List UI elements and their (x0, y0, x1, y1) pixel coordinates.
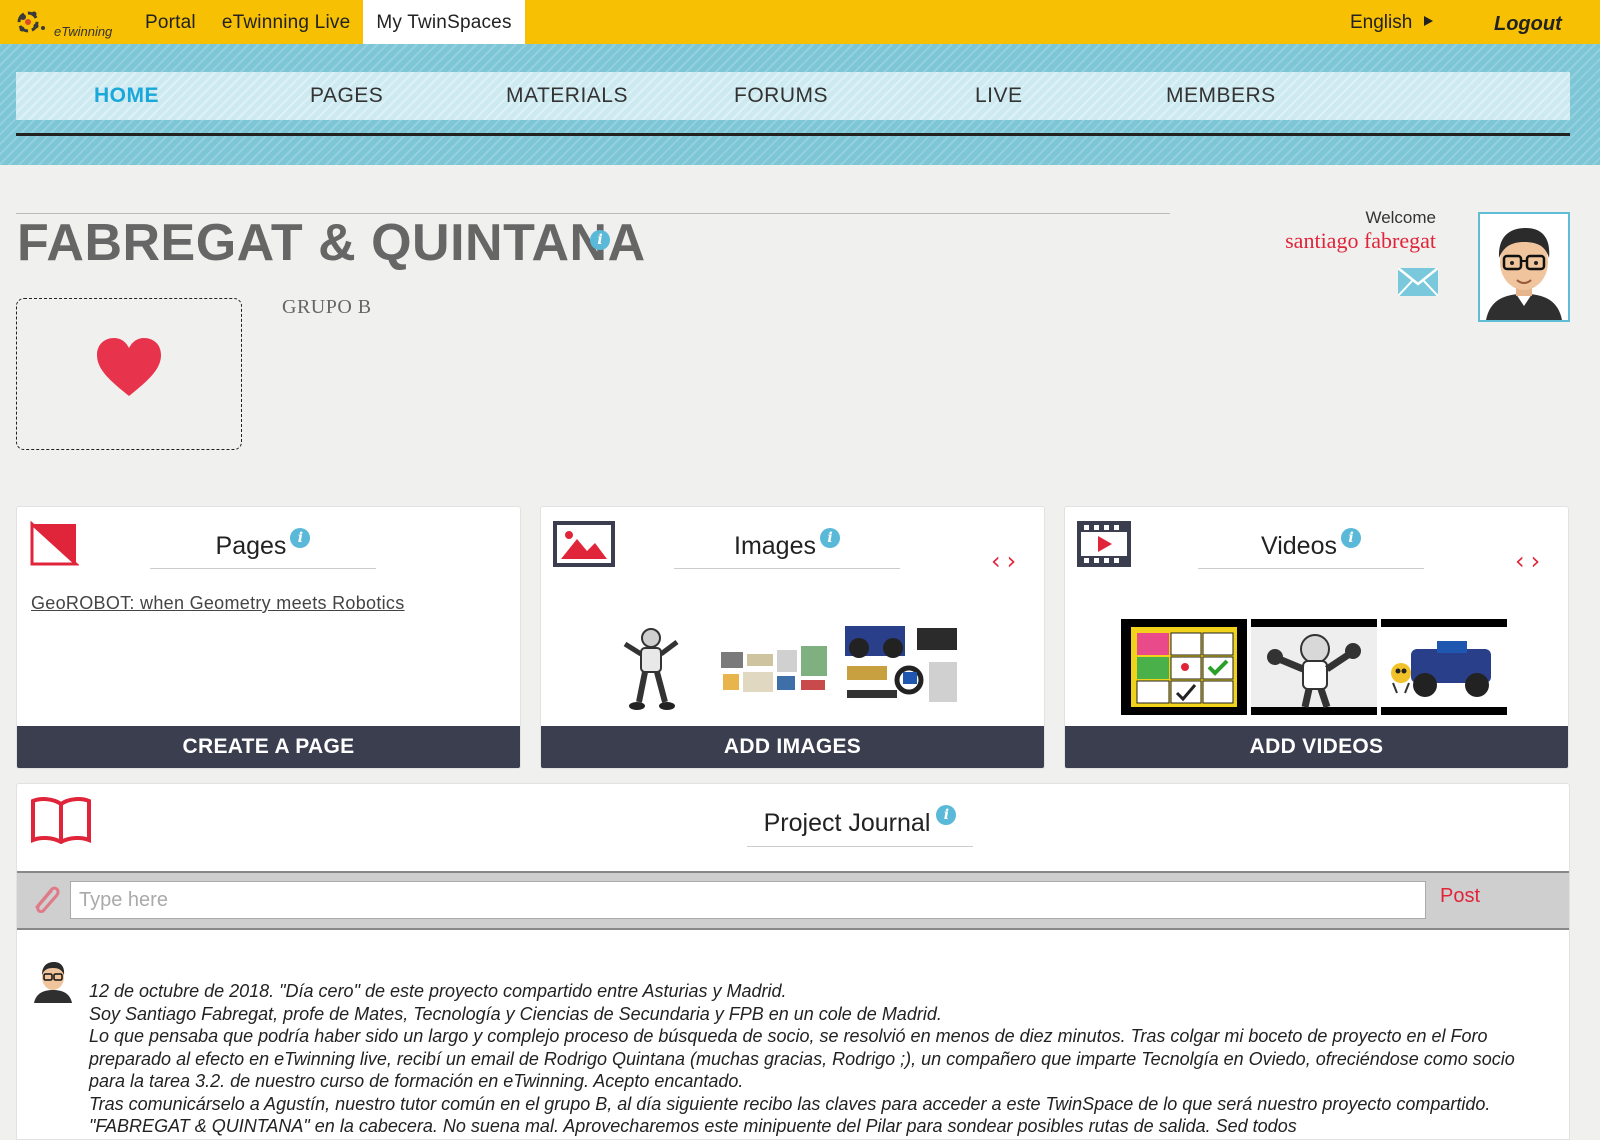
entry-line: Soy Santiago Fabregat, profe de Mates, T… (89, 1003, 942, 1024)
chevron-right-icon[interactable]: › (1007, 547, 1023, 575)
images-thumbnails (541, 619, 1044, 719)
etwinning-logo-icon (17, 11, 45, 33)
info-icon[interactable]: i (936, 805, 957, 825)
electronics-kit-thumbnail[interactable] (717, 619, 831, 715)
project-journal: Project Journali Post 12 de octubre de 2… (16, 783, 1570, 1140)
images-card-title: Images i (674, 523, 900, 569)
video-icon (1077, 521, 1131, 567)
entry-line: 12 de octubre de 2018. "Día cero" de est… (89, 981, 787, 1001)
topnav-portal[interactable]: Portal (132, 0, 209, 44)
add-videos-button[interactable]: ADD VIDEOS (1065, 726, 1568, 768)
project-subtitle: GRUPO B (282, 296, 372, 318)
section-nav: HOME PAGES MATERIALS FORUMS LIVE MEMBERS (16, 72, 1570, 120)
topnav-my-twinspaces[interactable]: My TwinSpaces (363, 0, 525, 44)
info-icon[interactable]: i (590, 230, 610, 250)
tab-members[interactable]: MEMBERS (1166, 72, 1276, 120)
page-title: FABREGAT & QUINTANA (17, 214, 646, 272)
pages-title-label: Pages (215, 532, 287, 560)
image-icon (553, 521, 615, 567)
heart-icon (97, 338, 161, 396)
images-title-label: Images (734, 532, 816, 560)
images-carousel-arrows: ‹› (991, 547, 1022, 575)
tab-materials[interactable]: MATERIALS (506, 72, 628, 120)
videos-card: Videos i ‹› ADD VIDEOS (1064, 506, 1569, 769)
videos-card-title: Videos i (1198, 523, 1424, 569)
chevron-right-icon[interactable]: › (1531, 547, 1547, 575)
post-bar: Post (17, 871, 1569, 930)
user-name[interactable]: santiago fabregat (1180, 228, 1436, 254)
page-link[interactable]: GeoROBOT: when Geometry meets Robotics (31, 593, 405, 614)
robot-video-thumbnail[interactable] (1251, 619, 1377, 715)
tab-live[interactable]: LIVE (975, 72, 1023, 120)
info-icon[interactable]: i (290, 528, 311, 548)
language-label: English (1350, 12, 1413, 33)
videos-title-label: Videos (1261, 532, 1337, 560)
tab-home[interactable]: HOME (94, 72, 159, 120)
tab-forums[interactable]: FORUMS (734, 72, 828, 120)
tab-pages[interactable]: PAGES (310, 72, 383, 120)
entry-line: Lo que pensaba que podría haber sido un … (89, 1026, 1515, 1091)
chevron-left-icon[interactable]: ‹ (1515, 547, 1531, 575)
add-images-button[interactable]: ADD IMAGES (541, 726, 1044, 768)
section-nav-band: HOME PAGES MATERIALS FORUMS LIVE MEMBERS (0, 44, 1600, 165)
entry-author-avatar[interactable] (30, 957, 76, 1003)
info-icon[interactable]: i (819, 528, 840, 548)
top-bar: eTwinning Portal eTwinning Live My TwinS… (0, 0, 1600, 44)
avatar-image (1480, 214, 1568, 320)
etwinning-logo[interactable]: eTwinning (14, 6, 124, 40)
user-avatar[interactable] (1478, 212, 1570, 322)
pages-card: Pages i GeoROBOT: when Geometry meets Rob… (16, 506, 521, 769)
pages-card-title: Pages i (150, 523, 376, 569)
welcome-label: Welcome (1365, 208, 1436, 227)
chevron-left-icon[interactable]: ‹ (991, 547, 1007, 575)
mail-icon[interactable] (1398, 268, 1438, 296)
journal-input[interactable] (70, 881, 1426, 919)
journal-entry-text: 12 de octubre de 2018. "Día cero" de est… (89, 980, 1549, 1138)
topnav-etwinning-live[interactable]: eTwinning Live (209, 0, 364, 44)
robot-car-kit-thumbnail[interactable] (837, 619, 965, 715)
videos-thumbnails (1065, 619, 1568, 719)
info-icon[interactable]: i (1341, 528, 1361, 548)
caret-right-icon (1424, 16, 1434, 26)
entry-line: Tras comunicárselo a Agustín, nuestro tu… (89, 1093, 1491, 1137)
create-page-button[interactable]: CREATE A PAGE (17, 726, 520, 768)
nav-divider (16, 133, 1570, 136)
language-selector[interactable]: English (1350, 0, 1434, 44)
images-card: Images i ‹› ADD IMAGES (540, 506, 1045, 769)
journal-title-label: Project Journal (763, 809, 931, 837)
paperclip-icon[interactable] (31, 883, 61, 917)
book-icon (31, 797, 91, 844)
logo-text: eTwinning (54, 24, 113, 39)
videos-carousel-arrows: ‹› (1515, 547, 1546, 575)
robot-thumbnail[interactable] (611, 619, 691, 715)
post-button[interactable]: Post (1440, 885, 1480, 908)
pages-icon (30, 521, 79, 566)
logout-link[interactable]: Logout (1494, 0, 1562, 44)
robot-car-video-thumbnail[interactable] (1381, 619, 1507, 715)
geometry-grid-video-thumbnail[interactable] (1121, 619, 1247, 715)
journal-title: Project Journal i (747, 800, 973, 847)
top-nav: Portal eTwinning Live My TwinSpaces (132, 0, 525, 44)
project-logo-box (16, 298, 242, 450)
